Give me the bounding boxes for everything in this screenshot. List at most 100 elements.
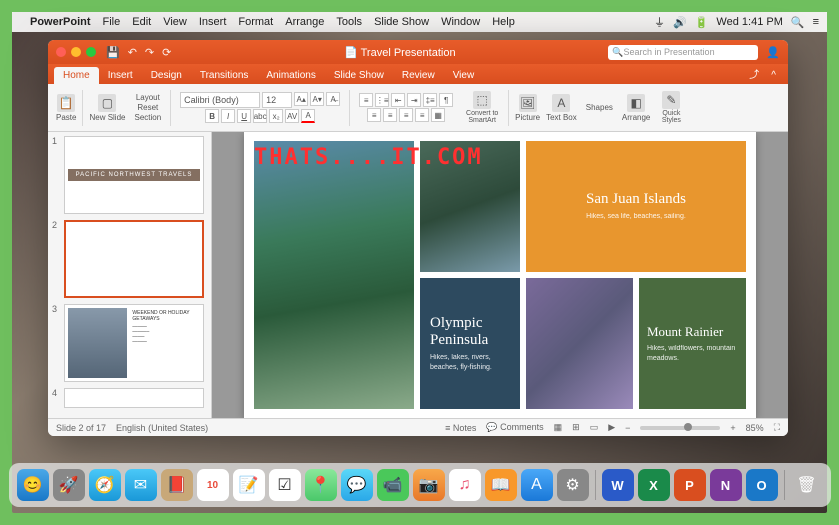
comments-button[interactable]: 💬 Comments <box>486 422 543 433</box>
spotlight-icon[interactable]: 🔍 <box>791 16 805 29</box>
minimize-button[interactable] <box>71 47 81 57</box>
save-icon[interactable]: 💾 <box>106 46 120 59</box>
new-slide-button[interactable]: ▢ New Slide <box>89 94 125 122</box>
highlight-button[interactable]: AV <box>285 109 299 123</box>
dock-mail[interactable]: ✉ <box>125 469 157 501</box>
font-size-select[interactable]: 12 <box>262 92 292 108</box>
share-icon[interactable]: ⤴ <box>743 63 765 84</box>
fit-to-window-button[interactable]: ⛶ <box>774 422 780 433</box>
line-spacing-button[interactable]: ‡≡ <box>423 93 437 107</box>
subscript-button[interactable]: x₂ <box>269 109 283 123</box>
menu-window[interactable]: Window <box>441 16 480 28</box>
tab-view[interactable]: View <box>444 67 484 84</box>
zoom-level[interactable]: 85% <box>746 423 764 433</box>
menu-file[interactable]: File <box>103 16 121 28</box>
italic-button[interactable]: I <box>221 109 235 123</box>
dock-finder[interactable]: 😊 <box>17 469 49 501</box>
increase-font-icon[interactable]: A▴ <box>294 92 308 106</box>
dock-facetime[interactable]: 📹 <box>377 469 409 501</box>
zoom-in-button[interactable]: + <box>730 423 735 433</box>
dock-powerpoint[interactable]: P <box>674 469 706 501</box>
undo-icon[interactable]: ↶ <box>128 46 137 59</box>
notes-button[interactable]: ≡ Notes <box>445 423 476 433</box>
zoom-out-button[interactable]: − <box>625 423 630 433</box>
menu-edit[interactable]: Edit <box>132 16 151 28</box>
dock-messages[interactable]: 💬 <box>341 469 373 501</box>
slide-card-sanjuan[interactable]: San Juan Islands Hikes, sea life, beache… <box>526 141 746 272</box>
dock-itunes[interactable]: ♫ <box>449 469 481 501</box>
menu-view[interactable]: View <box>163 16 187 28</box>
dock-maps[interactable]: 📍 <box>305 469 337 501</box>
app-menu[interactable]: PowerPoint <box>30 16 91 28</box>
dock-launchpad[interactable]: 🚀 <box>53 469 85 501</box>
wifi-icon[interactable]: ⏚ <box>654 14 665 30</box>
repeat-icon[interactable]: ⟳ <box>162 46 171 59</box>
slide-card-rainier[interactable]: Mount Rainier Hikes, wildflowers, mounta… <box>639 278 746 409</box>
increase-indent-button[interactable]: ⇥ <box>407 93 421 107</box>
tab-transitions[interactable]: Transitions <box>191 67 258 84</box>
clear-format-icon[interactable]: A̶ <box>326 92 340 106</box>
reset-button[interactable]: Reset <box>137 103 158 112</box>
dock-word[interactable]: W <box>602 469 634 501</box>
notifications-icon[interactable]: ≡ <box>813 16 819 28</box>
underline-button[interactable]: U <box>237 109 251 123</box>
tab-insert[interactable]: Insert <box>99 67 142 84</box>
tab-home[interactable]: Home <box>54 67 99 84</box>
shapes-button[interactable]: Shapes <box>586 103 613 112</box>
thumbnail-3[interactable]: 3 WEEKEND OR HOLIDAY GETAWAYS━━━━━━━━━━━… <box>52 304 207 382</box>
align-center-button[interactable]: ≡ <box>383 108 397 122</box>
battery-icon[interactable]: 🔋 <box>695 16 709 29</box>
menu-arrange[interactable]: Arrange <box>285 16 324 28</box>
reading-view-button[interactable]: ▭ <box>590 422 599 433</box>
tab-review[interactable]: Review <box>393 67 444 84</box>
user-icon[interactable]: 👤 <box>766 46 780 59</box>
dock-photobooth[interactable]: 📷 <box>413 469 445 501</box>
text-direction-button[interactable]: ¶ <box>439 93 453 107</box>
justify-button[interactable]: ≡ <box>415 108 429 122</box>
slide-canvas[interactable]: THATS....IT.COM San Juan Islands Hikes, … <box>212 132 788 418</box>
dock-excel[interactable]: X <box>638 469 670 501</box>
redo-icon[interactable]: ↷ <box>145 46 154 59</box>
align-right-button[interactable]: ≡ <box>399 108 413 122</box>
thumbnail-4[interactable]: 4 <box>52 388 207 408</box>
dock-safari[interactable]: 🧭 <box>89 469 121 501</box>
zoom-slider[interactable] <box>640 426 720 430</box>
quick-styles-button[interactable]: ✎ Quick Styles <box>656 91 686 124</box>
clock[interactable]: Wed 1:41 PM <box>716 16 782 28</box>
dock-appstore[interactable]: A <box>521 469 553 501</box>
textbox-button[interactable]: A Text Box <box>546 94 577 122</box>
normal-view-button[interactable]: ▦ <box>554 422 563 433</box>
search-input[interactable]: 🔍 Search in Presentation <box>608 45 758 60</box>
menu-help[interactable]: Help <box>492 16 515 28</box>
volume-icon[interactable]: 🔊 <box>673 16 687 29</box>
font-color-button[interactable]: A <box>301 109 315 123</box>
convert-smartart-button[interactable]: ⬚ Convert to SmartArt <box>462 91 502 124</box>
layout-button[interactable]: Layout <box>136 93 160 102</box>
dock-notes[interactable]: 📝 <box>233 469 265 501</box>
dock-contacts[interactable]: 📕 <box>161 469 193 501</box>
menu-slideshow[interactable]: Slide Show <box>374 16 429 28</box>
tab-slideshow[interactable]: Slide Show <box>325 67 393 84</box>
arrange-button[interactable]: ◧ Arrange <box>622 94 650 122</box>
dock-reminders[interactable]: ☑ <box>269 469 301 501</box>
align-left-button[interactable]: ≡ <box>367 108 381 122</box>
menu-insert[interactable]: Insert <box>199 16 227 28</box>
picture-button[interactable]: 🖼 Picture <box>515 94 540 122</box>
columns-button[interactable]: ▦ <box>431 108 445 122</box>
bold-button[interactable]: B <box>205 109 219 123</box>
dock-onenote[interactable]: N <box>710 469 742 501</box>
tab-animations[interactable]: Animations <box>257 67 324 84</box>
menu-tools[interactable]: Tools <box>336 16 362 28</box>
numbering-button[interactable]: ⋮≡ <box>375 93 389 107</box>
dock-outlook[interactable]: O <box>746 469 778 501</box>
section-button[interactable]: Section <box>134 113 161 122</box>
menu-format[interactable]: Format <box>238 16 273 28</box>
dock-trash[interactable]: 🗑 <box>791 469 823 501</box>
language-indicator[interactable]: English (United States) <box>116 423 208 433</box>
close-button[interactable] <box>56 47 66 57</box>
decrease-indent-button[interactable]: ⇤ <box>391 93 405 107</box>
zoom-button[interactable] <box>86 47 96 57</box>
dock-ibooks[interactable]: 📖 <box>485 469 517 501</box>
slide-image-wildflowers[interactable] <box>526 278 633 409</box>
strikethrough-button[interactable]: abc <box>253 109 267 123</box>
